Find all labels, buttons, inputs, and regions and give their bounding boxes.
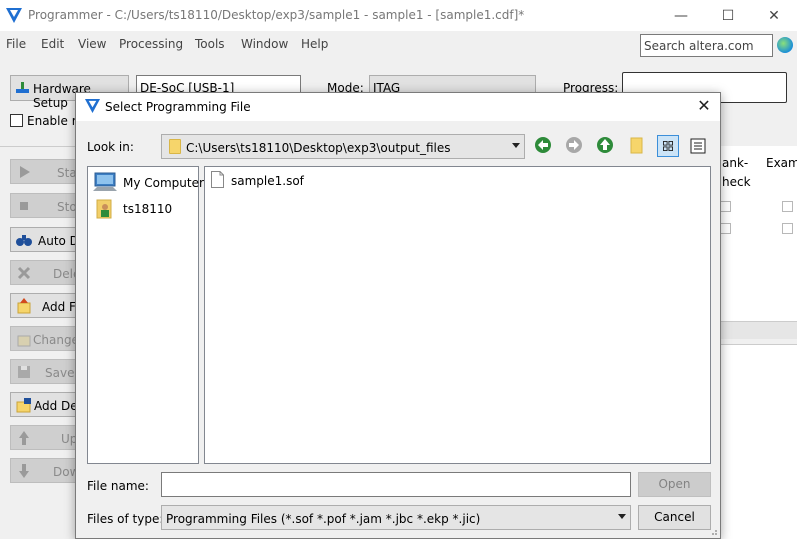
file-icon	[211, 171, 224, 188]
forward-icon[interactable]	[565, 136, 583, 154]
menu-tools[interactable]: Tools	[195, 37, 225, 51]
binoculars-icon	[16, 235, 32, 246]
new-folder-icon[interactable]	[628, 136, 646, 154]
save-file-label: Save	[45, 366, 75, 380]
horizontal-scrollbar[interactable]	[720, 321, 797, 339]
file-type-label: Files of type:	[87, 512, 164, 526]
start-icon	[20, 166, 30, 178]
device-grid: ank- Exam heck	[719, 146, 797, 339]
file-type-value: Programming Files (*.sof *.pof *.jam *.j…	[166, 512, 481, 526]
change-file-button[interactable]: Change	[10, 326, 80, 351]
up-arrow-icon	[19, 431, 29, 445]
computer-icon	[93, 172, 117, 191]
save-icon	[18, 366, 30, 378]
add-device-label: Add Device	[34, 399, 79, 413]
dialog-titlebar: Select Programming File ✕	[76, 93, 720, 121]
change-file-icon	[17, 335, 31, 347]
add-device-button[interactable]: Add Device	[10, 392, 80, 417]
main-titlebar: Programmer - C:/Users/ts18110/Desktop/ex…	[0, 0, 797, 31]
blank-check-checkbox[interactable]	[720, 223, 731, 234]
add-file-icon	[17, 298, 31, 314]
detail-view-icon[interactable]	[687, 135, 709, 157]
file-name-input[interactable]	[161, 472, 631, 497]
change-file-label: Change	[33, 333, 79, 347]
quartus-logo-icon	[84, 98, 101, 114]
open-button[interactable]: Open	[638, 472, 711, 497]
enable-realtime-label: Enable re	[27, 114, 75, 128]
maximize-icon: ☐	[721, 7, 735, 24]
file-list: sample1.sof	[204, 166, 711, 464]
menu-window[interactable]: Window	[241, 37, 288, 51]
menu-edit[interactable]: Edit	[41, 37, 64, 51]
examine-checkbox[interactable]	[782, 223, 793, 234]
delete-button[interactable]: Delete	[10, 260, 80, 285]
places-sidebar: My Computer ts18110	[87, 166, 204, 464]
down-arrow-icon	[19, 464, 29, 478]
resize-grip-icon[interactable]	[710, 528, 718, 536]
search-input[interactable]: Search altera.com	[640, 34, 773, 57]
menu-processing[interactable]: Processing	[119, 37, 183, 51]
chevron-down-icon	[618, 514, 626, 519]
enable-realtime-checkbox[interactable]	[10, 114, 23, 127]
close-icon: ✕	[697, 96, 711, 115]
auto-detect-label: Auto Detect	[38, 234, 79, 248]
auto-detect-button[interactable]: Auto Detect	[10, 227, 80, 252]
menu-view[interactable]: View	[78, 37, 106, 51]
parent-folder-icon[interactable]	[596, 136, 614, 154]
add-file-button[interactable]: Add File	[10, 293, 80, 318]
list-view-icon[interactable]	[657, 135, 679, 157]
save-file-button[interactable]: Save	[10, 359, 80, 384]
blank-check-checkbox[interactable]	[720, 201, 731, 212]
delete-icon	[17, 266, 31, 280]
select-programming-file-dialog: Select Programming File ✕ Look in: C:\Us…	[75, 92, 721, 539]
file-name: sample1.sof	[231, 174, 304, 188]
look-in-label: Look in:	[87, 140, 134, 154]
folder-icon	[169, 139, 181, 154]
down-button[interactable]: Down	[10, 458, 80, 483]
dialog-title: Select Programming File	[105, 100, 251, 114]
stop-icon	[20, 202, 28, 210]
place-label: My Computer	[123, 176, 204, 190]
chain-diagram-area	[719, 344, 797, 539]
blank-check-header-2: heck	[722, 175, 751, 189]
blank-check-header-1: ank-	[722, 156, 749, 170]
close-icon: ✕	[768, 7, 780, 24]
look-in-combo[interactable]: C:\Users\ts18110\Desktop\exp3\output_fil…	[161, 134, 525, 159]
place-label: ts18110	[123, 202, 173, 216]
back-icon[interactable]	[534, 136, 552, 154]
close-button[interactable]: ✕	[751, 0, 797, 31]
device-grid-panel: ank- Exam heck	[719, 146, 797, 539]
examine-header: Exam	[766, 156, 797, 170]
globe-icon[interactable]	[777, 37, 793, 53]
maximize-button[interactable]: ☐	[705, 0, 751, 31]
minimize-button[interactable]: —	[658, 0, 704, 31]
file-type-select[interactable]: Programming Files (*.sof *.pof *.jam *.j…	[161, 505, 631, 530]
start-button[interactable]: Start	[10, 159, 80, 184]
cancel-button[interactable]: Cancel	[638, 505, 711, 530]
user-folder-icon	[96, 199, 112, 219]
hardware-icon	[16, 82, 29, 93]
left-button-panel: Start Stop Auto Detect Delete Add File C…	[0, 146, 80, 539]
add-device-icon	[16, 398, 31, 413]
quartus-logo-icon	[6, 8, 22, 23]
menu-help[interactable]: Help	[301, 37, 328, 51]
look-in-path: C:\Users\ts18110\Desktop\exp3\output_fil…	[186, 141, 451, 155]
up-button[interactable]: Up	[10, 425, 80, 450]
menu-file[interactable]: File	[6, 37, 26, 51]
dialog-close-button[interactable]: ✕	[694, 96, 714, 116]
minimize-icon: —	[674, 7, 688, 24]
file-name-label: File name:	[87, 479, 149, 493]
chevron-down-icon	[512, 143, 520, 148]
examine-checkbox[interactable]	[782, 201, 793, 212]
stop-button[interactable]: Stop	[10, 193, 80, 218]
window-title: Programmer - C:/Users/ts18110/Desktop/ex…	[28, 8, 525, 22]
